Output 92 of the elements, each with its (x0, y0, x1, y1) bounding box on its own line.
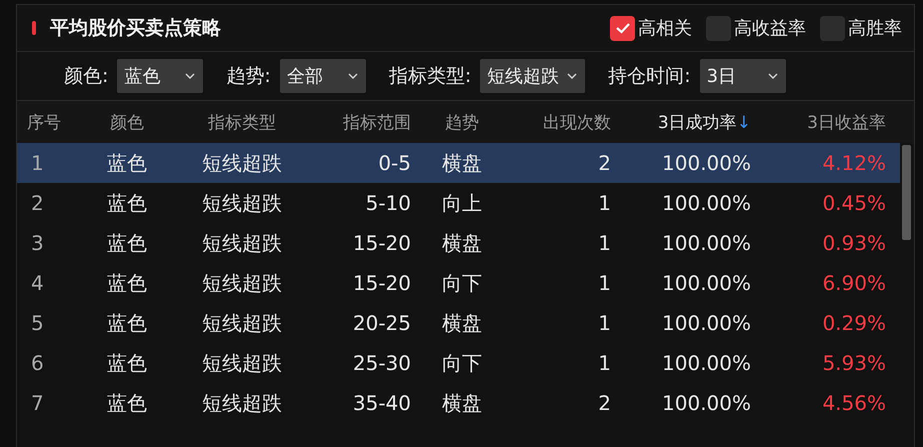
table-cell-text: 0-5 (377, 151, 412, 175)
filter-checkbox[interactable]: 高相关 (610, 16, 692, 40)
filter-dropdown[interactable]: 蓝色 (117, 59, 204, 93)
caret-icon (768, 73, 778, 79)
table-cell-text: 1 (597, 271, 612, 295)
table-cell-text: 1 (597, 191, 612, 215)
table-row[interactable]: 3 蓝色 短线超跌 15-20 横盘 1 100.00% 0.93% (17, 223, 900, 263)
table-cell-text: 短线超跌 (201, 350, 283, 376)
filter-label: 持仓时间: (608, 64, 691, 89)
table-cell-text: 2 (597, 151, 612, 175)
table-cell-text: 向上 (441, 190, 483, 216)
table-cell-text: 100.00% (661, 351, 752, 375)
table-cell-text: 1 (597, 231, 612, 255)
table-cell-text: 100.00% (661, 191, 752, 215)
table-cell-text: 蓝色 (106, 390, 148, 416)
table-cell-text: 100.00% (661, 151, 752, 175)
caret-icon (348, 73, 358, 79)
table-cell-text: 蓝色 (106, 270, 148, 296)
table-cell-text: 100.00% (661, 271, 752, 295)
title-marker-icon (32, 21, 36, 35)
table-cell-text: 0.93% (821, 231, 887, 255)
table-cell-text: 向下 (441, 270, 483, 296)
table-cell-text: 横盘 (441, 150, 483, 176)
table-cell-text: 6.90% (821, 271, 887, 295)
table-cell-text: 2 (597, 391, 612, 415)
table-row[interactable]: 1 蓝色 短线超跌 0-5 横盘 2 100.00% 4.12% (17, 143, 900, 183)
table-cell-text: 1 (597, 351, 612, 375)
column-header[interactable]: 指标类型 (177, 110, 307, 134)
table-cell-text: 2 (30, 191, 45, 215)
table-cell-text: 100.00% (661, 311, 752, 335)
table-cell-text: 蓝色 (106, 190, 148, 216)
table-row[interactable]: 2 蓝色 短线超跌 5-10 向上 1 100.00% 0.45% (17, 183, 900, 223)
table-cell-text: 100.00% (661, 231, 752, 255)
table-cell-text: 蓝色 (106, 230, 148, 256)
table-cell-text: 6 (30, 351, 45, 375)
table-row[interactable]: 5 蓝色 短线超跌 20-25 横盘 1 100.00% 0.29% (17, 303, 900, 343)
column-header[interactable]: 3日收益率 (757, 110, 892, 134)
table-cell-text: 横盘 (441, 230, 483, 256)
table-row[interactable]: 6 蓝色 短线超跌 25-30 向下 1 100.00% 5.93% (17, 343, 900, 383)
table-cell-text: 35-40 (352, 391, 412, 415)
table-cell-text: 25-30 (352, 351, 412, 375)
filter-dropdown[interactable]: 3日 (700, 59, 786, 93)
caret-icon (567, 73, 578, 79)
filter-label: 趋势: (226, 64, 271, 89)
column-header[interactable]: 序号 (17, 110, 77, 134)
table-cell-text: 1 (597, 311, 612, 335)
filter-checkbox[interactable]: 高胜率 (820, 16, 902, 40)
table-cell-text: 5.93% (821, 351, 887, 375)
table-cell-text: 蓝色 (106, 150, 148, 176)
column-header[interactable]: 3日成功率↓ (617, 110, 757, 134)
table-cell-text: 3 (30, 231, 45, 255)
table-cell-text: 0.29% (821, 311, 887, 335)
table-cell-text: 向下 (441, 350, 483, 376)
filter-label: 指标类型: (388, 64, 472, 89)
table-cell-text: 横盘 (441, 390, 483, 416)
table-cell-text: 蓝色 (106, 310, 148, 336)
scrollbar-thumb[interactable] (902, 145, 911, 240)
filter-dropdown[interactable]: 短线超跌 (480, 59, 586, 93)
filter-checkbox[interactable]: 高收益率 (706, 16, 806, 40)
table-cell-text: 短线超跌 (201, 230, 283, 256)
checkbox-icon[interactable] (706, 16, 731, 40)
table-cell-text: 短线超跌 (201, 150, 283, 176)
column-header[interactable]: 指标范围 (307, 110, 417, 134)
column-header[interactable]: 出现次数 (507, 110, 617, 134)
table-cell-text: 短线超跌 (201, 270, 283, 296)
table-cell-text: 100.00% (661, 391, 752, 415)
table-cell-text: 20-25 (352, 311, 412, 335)
table-cell-text: 15-20 (352, 231, 412, 255)
table-cell-text: 4.12% (821, 151, 887, 175)
table-cell-text: 短线超跌 (201, 190, 283, 216)
table-cell-text: 1 (30, 151, 45, 175)
panel-title: 平均股价买卖点策略 (50, 16, 221, 41)
table-cell-text: 7 (30, 391, 45, 415)
checkbox-icon[interactable] (820, 16, 845, 40)
table-cell-text: 横盘 (441, 310, 483, 336)
table-row[interactable]: 7 蓝色 短线超跌 35-40 横盘 2 100.00% 4.56% (17, 383, 900, 423)
column-header[interactable]: 颜色 (77, 110, 177, 134)
table-cell-text: 蓝色 (106, 350, 148, 376)
table-cell-text: 5-10 (364, 191, 412, 215)
filter-dropdown[interactable]: 全部 (280, 59, 366, 93)
table-cell-text: 4.56% (821, 391, 887, 415)
table-cell-text: 短线超跌 (201, 310, 283, 336)
table-cell-text: 0.45% (821, 191, 887, 215)
table-cell-text: 5 (30, 311, 45, 335)
table-cell-text: 4 (30, 271, 45, 295)
caret-icon (185, 73, 196, 79)
table-row[interactable]: 4 蓝色 短线超跌 15-20 向下 1 100.00% 6.90% (17, 263, 900, 303)
table-cell-text: 15-20 (352, 271, 412, 295)
table-cell-text: 短线超跌 (201, 390, 283, 416)
column-header[interactable]: 趋势 (417, 110, 507, 134)
checkbox-icon[interactable] (610, 16, 635, 40)
filter-label: 颜色: (64, 64, 108, 89)
